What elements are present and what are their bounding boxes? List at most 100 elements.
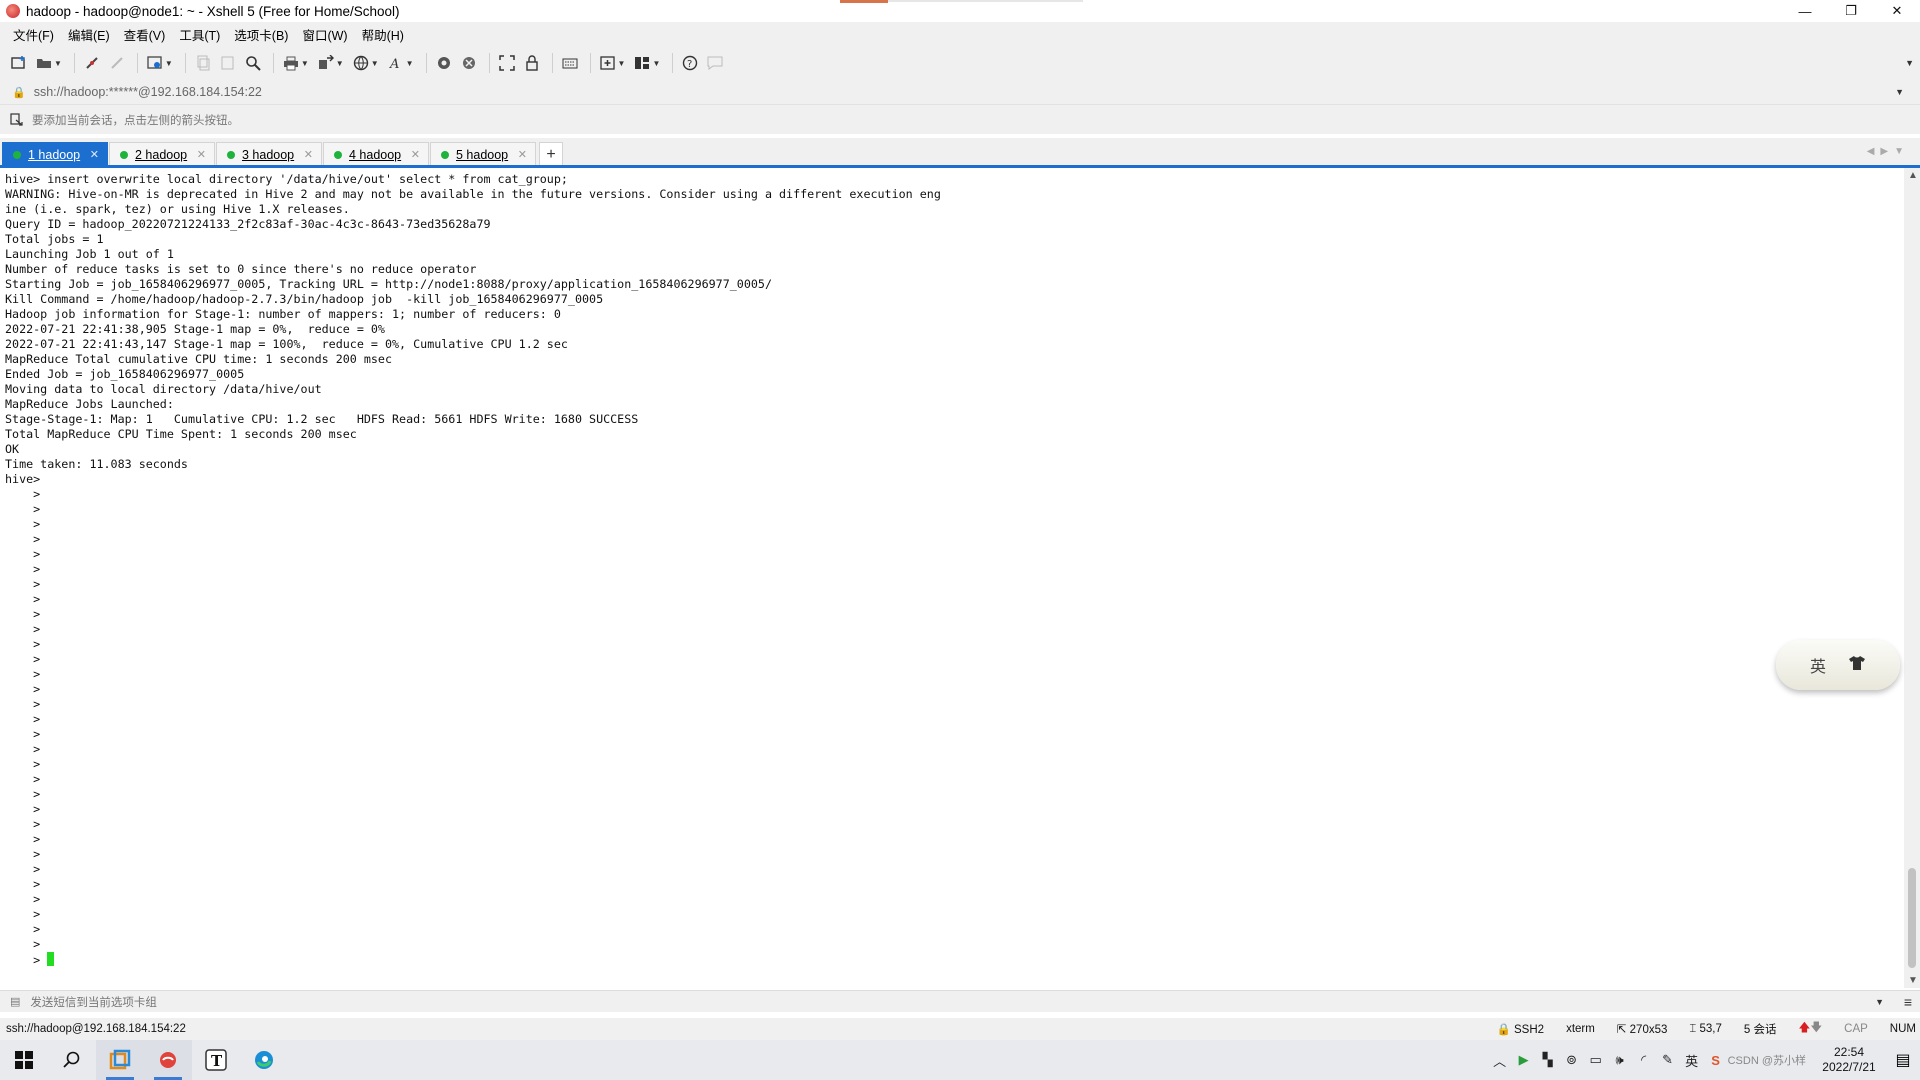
tab-close-icon[interactable]: ✕ <box>197 148 206 161</box>
toolbar-overflow-icon[interactable]: ▼ <box>1905 58 1914 68</box>
tab-session-4[interactable]: 4 hadoop ✕ <box>323 142 429 166</box>
compose-dropdown-icon[interactable]: ▼ <box>1875 997 1884 1007</box>
terminal-output[interactable]: hive> insert overwrite local directory '… <box>0 168 1904 988</box>
add-tab-button[interactable]: + <box>539 142 563 166</box>
terminal-line: > <box>5 697 41 711</box>
tab-close-icon[interactable]: ✕ <box>518 148 527 161</box>
menu-tabs[interactable]: 选项卡(B) <box>227 25 295 44</box>
maximize-button[interactable]: ❐ <box>1828 0 1874 22</box>
encoding-dropdown-icon[interactable]: ▼ <box>371 59 379 68</box>
connected-dot-icon <box>227 150 235 159</box>
menu-window[interactable]: 窗口(W) <box>295 25 354 44</box>
address-dropdown-icon[interactable]: ▼ <box>1895 87 1904 97</box>
chat-icon[interactable] <box>704 52 726 74</box>
tab-close-icon[interactable]: ✕ <box>411 148 420 161</box>
taskbar-app-xshell[interactable] <box>144 1040 192 1080</box>
taskbar-clock[interactable]: 22:54 2022/7/21 <box>1812 1045 1886 1075</box>
xmanager-icon[interactable] <box>458 52 480 74</box>
terminal-scrollbar[interactable]: ▲ ▼ <box>1904 168 1920 988</box>
add-session-arrow-icon[interactable] <box>10 112 24 127</box>
xftp-icon[interactable] <box>433 52 455 74</box>
terminal-line: Launching Job 1 out of 1 <box>5 247 174 261</box>
open-folder-icon[interactable] <box>33 52 55 74</box>
paste-icon[interactable] <box>217 52 239 74</box>
tab-session-3[interactable]: 3 hadoop ✕ <box>216 142 322 166</box>
new-session-icon[interactable] <box>8 52 30 74</box>
taskbar-app-typora[interactable]: T <box>192 1040 240 1080</box>
terminal-line: > <box>5 577 41 591</box>
start-button[interactable] <box>0 1040 48 1080</box>
menu-tools[interactable]: 工具(T) <box>172 25 227 44</box>
properties-icon[interactable] <box>144 52 166 74</box>
taskbar-app-vmware[interactable] <box>96 1040 144 1080</box>
wifi-icon[interactable]: ◜ <box>1632 1040 1656 1080</box>
tab-close-icon[interactable]: ✕ <box>304 148 313 161</box>
show-hidden-icons-icon[interactable]: ︿ <box>1488 1040 1512 1080</box>
font-icon[interactable]: A <box>385 52 407 74</box>
ime-mode-toggle[interactable]: 英 <box>1810 653 1826 677</box>
compose-menu-icon[interactable]: ≡ <box>1904 994 1912 1010</box>
taskbar-app-edge[interactable] <box>240 1040 288 1080</box>
open-dropdown-icon[interactable]: ▼ <box>54 59 62 68</box>
keyboard-icon[interactable] <box>559 52 581 74</box>
toolbar-separator <box>272 53 274 73</box>
menu-view[interactable]: 查看(V) <box>117 25 173 44</box>
copy-icon[interactable] <box>192 52 214 74</box>
edge-icon <box>255 1051 273 1069</box>
print-icon[interactable] <box>280 52 302 74</box>
scrollbar-thumb[interactable] <box>1908 868 1916 968</box>
reconnect-icon[interactable] <box>81 52 103 74</box>
notification-center-icon[interactable]: ▤ <box>1886 1040 1920 1080</box>
menu-help[interactable]: 帮助(H) <box>355 25 411 44</box>
status-protocol: 🔒 SSH2 <box>1496 1024 1545 1036</box>
ime-tray-toggle[interactable]: 英 <box>1680 1040 1704 1080</box>
shirt-icon[interactable] <box>1848 655 1866 676</box>
tab-session-2[interactable]: 2 hadoop ✕ <box>109 142 215 166</box>
tab-close-icon[interactable]: ✕ <box>90 148 99 161</box>
tray-network-icon[interactable]: ⊚ <box>1560 1040 1584 1080</box>
scroll-up-icon[interactable]: ▲ <box>1908 170 1918 181</box>
menu-edit[interactable]: 编辑(E) <box>61 25 117 44</box>
vmware-icon <box>109 1049 131 1070</box>
layout-dropdown-icon[interactable]: ▼ <box>652 59 660 68</box>
pen-icon[interactable]: ✎ <box>1656 1040 1680 1080</box>
minimize-button[interactable]: — <box>1782 0 1828 22</box>
transfer-dropdown-icon[interactable]: ▼ <box>336 59 344 68</box>
toolbar-separator <box>184 53 186 73</box>
layout-icon[interactable] <box>631 52 653 74</box>
address-input[interactable]: ssh://hadoop:******@192.168.184.154:22 <box>34 85 262 99</box>
search-button[interactable] <box>48 1040 96 1080</box>
tab-session-5[interactable]: 5 hadoop ✕ <box>430 142 536 166</box>
battery-icon[interactable]: ▭ <box>1584 1040 1608 1080</box>
terminal-line: > <box>5 892 41 906</box>
tray-app-icon[interactable]: ▚ <box>1536 1040 1560 1080</box>
terminal-prompt-line[interactable]: > <box>5 952 1904 967</box>
properties-dropdown-icon[interactable]: ▼ <box>165 59 173 68</box>
print-dropdown-icon[interactable]: ▼ <box>301 59 309 68</box>
new-tab-dropdown-icon[interactable]: ▼ <box>618 59 626 68</box>
disconnect-icon[interactable] <box>106 52 128 74</box>
globe-icon[interactable] <box>350 52 372 74</box>
tray-play-icon[interactable]: ▶ <box>1512 1040 1536 1080</box>
tab-session-1[interactable]: 1 hadoop ✕ <box>2 142 108 166</box>
xshell-app-icon[interactable] <box>6 4 20 18</box>
sogou-ime-icon[interactable]: S <box>1704 1040 1728 1080</box>
tab-scroll-arrows-icon[interactable]: ◀▶▼ <box>1867 146 1910 157</box>
find-icon[interactable] <box>242 52 264 74</box>
compose-input[interactable]: 发送短信到当前选项卡组 <box>30 994 157 1010</box>
terminal-line: > <box>5 802 41 816</box>
close-button[interactable]: ✕ <box>1874 0 1920 22</box>
help-icon[interactable]: ? <box>679 52 701 74</box>
scroll-down-icon[interactable]: ▼ <box>1908 975 1918 986</box>
volume-icon[interactable]: 🕪 <box>1608 1040 1632 1080</box>
font-dropdown-icon[interactable]: ▼ <box>406 59 414 68</box>
new-tab-icon[interactable] <box>597 52 619 74</box>
status-bar: ssh://hadoop@192.168.184.154:22 🔒 SSH2 x… <box>0 1018 1920 1040</box>
lock-icon[interactable] <box>521 52 543 74</box>
tab-bar: 1 hadoop ✕ 2 hadoop ✕ 3 hadoop ✕ 4 hadoo… <box>0 138 1920 166</box>
terminal-line: ine (i.e. spark, tez) or using Hive 1.X … <box>5 202 350 216</box>
ime-floating-toolbar[interactable]: 英 <box>1776 640 1900 690</box>
menu-file[interactable]: 文件(F) <box>6 25 61 44</box>
transfer-icon[interactable] <box>315 52 337 74</box>
fullscreen-icon[interactable] <box>496 52 518 74</box>
